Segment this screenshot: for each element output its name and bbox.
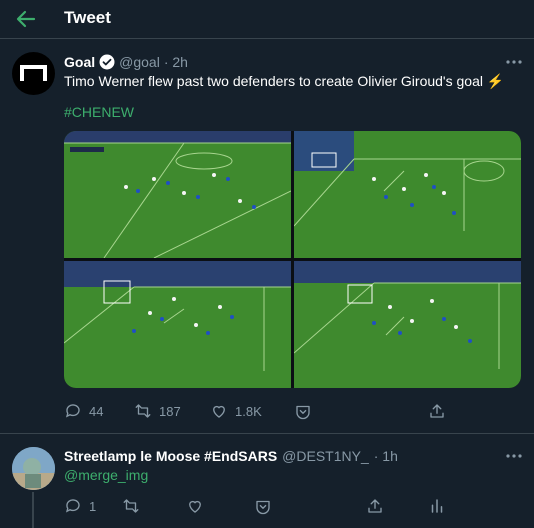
goal-logo-icon: [20, 65, 47, 81]
retweet-button[interactable]: 187: [134, 402, 181, 420]
reply-avatar[interactable]: [12, 447, 55, 490]
tweet-time[interactable]: · 2h: [164, 54, 188, 70]
thread-line: [32, 492, 34, 528]
hashtag-link[interactable]: #CHENEW: [64, 104, 134, 120]
media-image-2[interactable]: [294, 131, 521, 258]
tweet-text: Timo Werner flew past two defenders to c…: [64, 73, 505, 89]
media-image-1[interactable]: [64, 131, 291, 258]
reply-more-icon[interactable]: [504, 451, 524, 461]
analytics-button[interactable]: [428, 497, 446, 515]
reply-like-button[interactable]: [186, 497, 204, 515]
more-icon[interactable]: [504, 57, 524, 67]
like-icon: [189, 500, 201, 513]
analytics-icon: [431, 499, 443, 513]
retweet-count: 187: [159, 403, 181, 419]
reply-retweet-button[interactable]: [122, 497, 140, 515]
media-image-4[interactable]: [294, 261, 521, 388]
mention-link[interactable]: @merge_img: [64, 467, 148, 483]
reply-button[interactable]: 44: [64, 402, 103, 420]
tweet-actions: 44 187 1.8K: [64, 402, 484, 424]
reply-header: Streetlamp le Moose #EndSARS @DEST1NY_ ·…: [64, 448, 398, 464]
reply-icon: [65, 499, 80, 513]
retweet-icon: [135, 404, 151, 418]
share-button[interactable]: [428, 402, 446, 420]
reply-count: 44: [89, 403, 104, 419]
reply-author-name[interactable]: Streetlamp le Moose #EndSARS: [64, 448, 277, 464]
author-handle[interactable]: @goal: [119, 54, 160, 70]
like-button[interactable]: 1.8K: [210, 402, 262, 420]
bookmark-icon: [256, 500, 270, 515]
tweet-header: Goal @goal · 2h: [64, 54, 188, 70]
reply-bookmark-button[interactable]: [254, 497, 272, 515]
verified-icon: [99, 54, 115, 70]
reply-icon: [65, 404, 80, 418]
bookmark-icon: [296, 405, 310, 420]
page-title: Tweet: [64, 8, 111, 27]
reply-share-button[interactable]: [366, 497, 384, 515]
reply-actions: 1: [64, 497, 484, 519]
media-grid[interactable]: [64, 131, 521, 388]
avatar-image-icon: [12, 447, 55, 490]
reply-author-handle[interactable]: @DEST1NY_: [282, 448, 369, 464]
media-image-3[interactable]: [64, 261, 291, 388]
top-bar: Tweet: [0, 0, 534, 39]
author-name[interactable]: Goal: [64, 54, 95, 70]
like-count: 1.8K: [235, 403, 262, 419]
like-icon: [213, 405, 225, 418]
bookmark-button[interactable]: [294, 402, 312, 420]
share-icon: [368, 499, 382, 513]
back-arrow-icon[interactable]: [14, 7, 38, 31]
reply-reply-count: 1: [89, 498, 97, 514]
share-icon: [430, 404, 444, 418]
retweet-icon: [123, 499, 139, 513]
avatar[interactable]: [12, 52, 55, 95]
reply-reply-button[interactable]: 1: [64, 497, 96, 515]
divider: [0, 433, 534, 434]
reply-time[interactable]: · 1h: [374, 448, 398, 464]
